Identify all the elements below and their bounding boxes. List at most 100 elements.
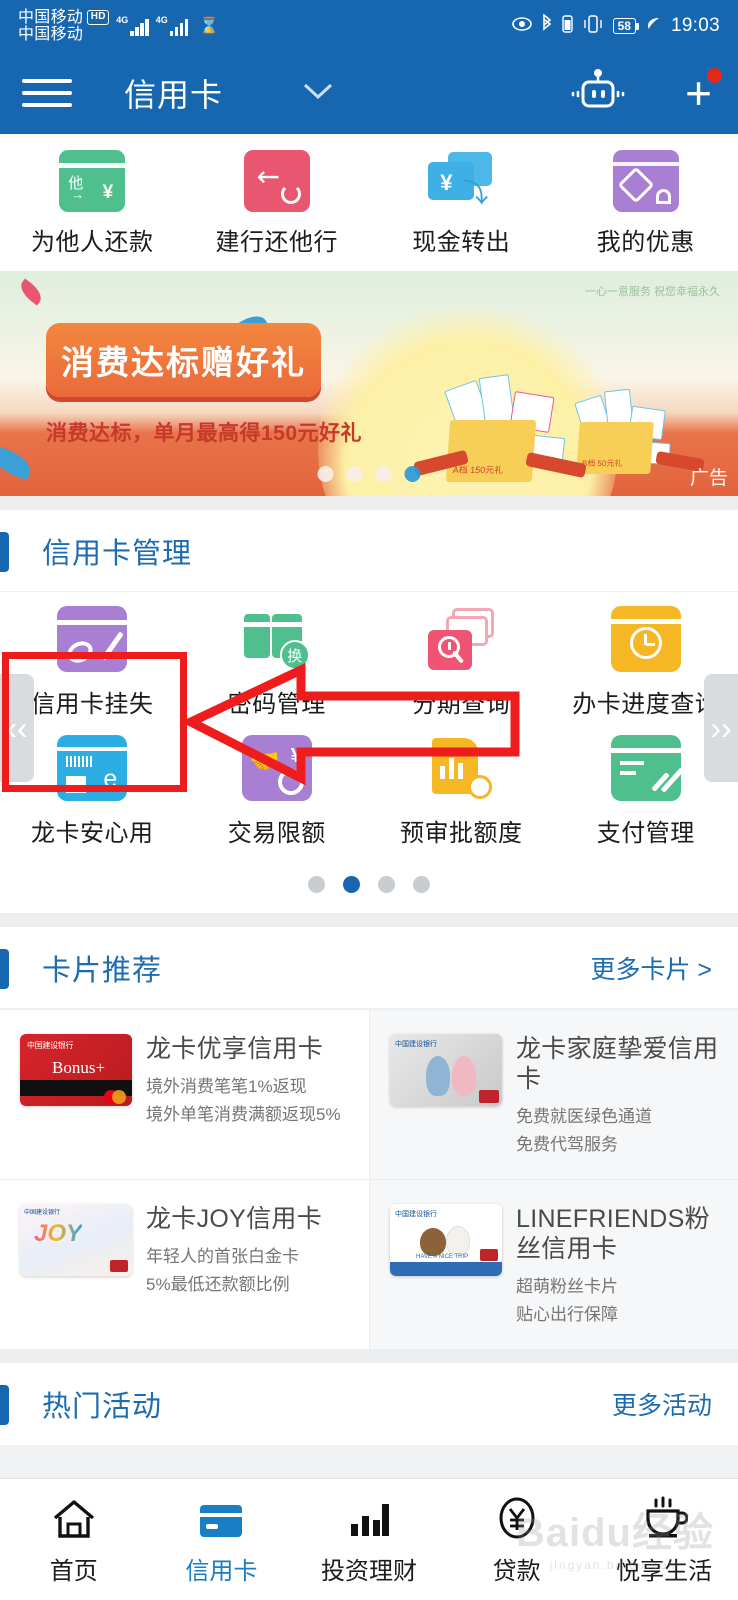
bottom-nav-item-home[interactable]: 首页 — [0, 1494, 148, 1586]
grid-item-label: 密码管理 — [227, 691, 326, 718]
grid-item-label: 支付管理 — [596, 820, 695, 847]
grid-item-installment-query[interactable]: 分期查询 — [369, 606, 554, 735]
promo-banner[interactable]: 一心一意服务 祝您幸福永久 消费达标赠好礼 消费达标，单月最高得150元好礼 广… — [0, 271, 738, 496]
status-bar-left: 中国移动 HD 中国移动 4G 4G ⌛ — [18, 9, 219, 44]
card-info: 龙卡优享信用卡 境外消费笔笔1%返现 境外单笔消费满额返现5% — [146, 1034, 353, 1157]
card-management-header: 信用卡管理 — [0, 510, 738, 592]
card-management-grid: 信用卡挂失 换 密码管理 分期查询 办卡进度查询 e 龙卡安心用 🤝 ¥ 交易限… — [0, 592, 738, 864]
list-item[interactable]: 中国建设银行 Bonus+ 5110 4388 8888 8888 龙卡优享信用… — [0, 1009, 369, 1179]
status-bar: 中国移动 HD 中国移动 4G 4G ⌛ 58 19:03 — [0, 0, 738, 52]
grid-item-transaction-limit[interactable]: 🤝 ¥ 交易限额 — [185, 735, 370, 864]
bottom-nav-item-loan[interactable]: 贷款 — [443, 1494, 591, 1586]
unionpay-icon — [480, 1249, 498, 1261]
bluetooth-icon — [541, 12, 553, 39]
thumb-caption: HAVE A NICE TRIP — [416, 1254, 469, 1260]
bar-chart-icon — [346, 1494, 392, 1540]
gift-box-b — [576, 422, 654, 474]
banner-headline-pill: 消费达标赠好礼 — [46, 323, 321, 397]
more-activity-link[interactable]: 更多活动 — [612, 1386, 712, 1422]
preapproved-limit-icon — [426, 735, 496, 801]
quick-action-my-offers[interactable]: 我的优惠 — [554, 150, 738, 257]
bank-logo-text: 中国建设银行 — [27, 1041, 74, 1050]
quick-action-repay-for-others[interactable]: 他 → ¥ 为他人还款 — [0, 150, 185, 257]
section-gap-3 — [0, 1349, 738, 1363]
network-type-1: 4G — [116, 15, 129, 25]
credit-card-icon — [198, 1494, 244, 1540]
signal-icon-sim1: 4G — [116, 15, 149, 36]
card-desc-1: 免费就医绿色通道 — [516, 1107, 652, 1126]
hd-badge: HD — [87, 9, 110, 25]
gift-illustration — [408, 328, 708, 488]
quick-action-label: 我的优惠 — [596, 229, 695, 256]
card-recommend-grid: 中国建设银行 Bonus+ 5110 4388 8888 8888 龙卡优享信用… — [0, 1009, 738, 1349]
handshake-glyph: 🤝 — [249, 748, 280, 775]
confetti-decoration — [16, 278, 46, 306]
card-desc-2: 5%最低还款额比例 — [146, 1274, 290, 1294]
plus-icon[interactable]: + — [685, 68, 722, 116]
chevron-down-icon[interactable] — [301, 78, 335, 109]
section-gap — [0, 496, 738, 510]
chevron-right-icon[interactable]: ›› — [704, 674, 738, 782]
section-title: 信用卡管理 — [42, 537, 193, 570]
bottom-nav-item-investment[interactable]: 投资理财 — [295, 1494, 443, 1586]
card-management-grid-wrap: 信用卡挂失 换 密码管理 分期查询 办卡进度查询 e 龙卡安心用 🤝 ¥ 交易限… — [0, 592, 738, 864]
card-name: LINEFRIENDS粉丝信用卡 — [516, 1205, 710, 1263]
banner-pagination-dots[interactable] — [317, 466, 421, 482]
leaf-icon — [645, 15, 662, 37]
bottom-nav-label: 贷款 — [492, 1557, 541, 1585]
bottom-nav-item-life[interactable]: 悦享生活 — [590, 1494, 738, 1586]
ad-label: 广告 — [689, 468, 728, 489]
installment-query-icon — [426, 606, 496, 672]
list-item[interactable]: 中国建设银行 HAVE A NICE TRIP LINEFRIENDS粉丝信用卡… — [369, 1179, 738, 1349]
longcard-safe-use-icon: e — [57, 735, 128, 801]
quick-action-cash-transfer-out[interactable]: ¥ ⤵ 现金转出 — [369, 150, 554, 257]
grid-item-label: 信用卡挂失 — [31, 691, 154, 718]
longcard-youxiang-thumb: 中国建设银行 Bonus+ 5110 4388 8888 8888 — [20, 1034, 132, 1106]
password-management-icon: 换 — [242, 606, 312, 672]
grid-item-preapproved-limit[interactable]: 预审批额度 — [369, 735, 554, 864]
notification-dot — [707, 68, 722, 83]
repay-for-others-icon: 他 → ¥ — [59, 150, 126, 212]
coffee-cup-icon — [640, 1494, 689, 1540]
card-desc-2: 境外单笔消费满额返现5% — [146, 1104, 341, 1124]
longcard-family-thumb: 中国建设银行 — [390, 1034, 502, 1106]
grid-item-password-management[interactable]: 换 密码管理 — [185, 606, 370, 735]
robot-icon[interactable] — [567, 68, 629, 119]
icon-glyph-huan: 换 — [279, 640, 310, 670]
icon-glyph-yuan: ¥ — [102, 182, 114, 203]
battery-small-icon — [561, 14, 573, 38]
network-type-2: 4G — [155, 15, 168, 25]
signal-icon-sim2: 4G — [155, 15, 189, 36]
card-management-panel: 信用卡管理 信用卡挂失 换 密码管理 分期查询 办卡进度查询 e 龙卡安心用 🤝… — [0, 510, 738, 913]
card-management-pagination-dots[interactable] — [0, 864, 738, 913]
more-cards-link[interactable]: 更多卡片 > — [590, 950, 712, 986]
carrier-1: 中国移动 — [18, 8, 84, 26]
phone-screen: 中国移动 HD 中国移动 4G 4G ⌛ 58 19:03 信用卡 + 他 → … — [0, 0, 738, 1600]
card-info: LINEFRIENDS粉丝信用卡 超萌粉丝卡片 贴心出行保障 — [516, 1204, 722, 1327]
hamburger-icon[interactable] — [22, 79, 72, 107]
card-recommend-header: 卡片推荐 更多卡片 > — [0, 927, 738, 1009]
chevron-left-icon[interactable]: ‹‹ — [0, 674, 34, 782]
bank-logo-text: 中国建设银行 — [395, 1041, 437, 1048]
grid-item-label: 分期查询 — [412, 691, 511, 718]
home-icon — [51, 1494, 97, 1540]
hourglass-icon: ⌛ — [199, 18, 220, 35]
hot-activity-header: 热门活动 更多活动 — [0, 1363, 738, 1445]
section-title: 热门活动 — [42, 1391, 163, 1423]
quick-action-pay-other-bank[interactable]: ↖ 建行还他行 — [185, 150, 370, 257]
quick-action-label: 为他人还款 — [31, 229, 154, 256]
application-progress-icon — [610, 606, 681, 672]
quick-action-label: 建行还他行 — [215, 229, 338, 256]
bottom-nav-item-credit-card[interactable]: 信用卡 — [148, 1494, 296, 1586]
vibrate-icon — [582, 14, 604, 39]
list-item[interactable]: 中国建设银行 JOY 龙卡JOY信用卡 年轻人的首张白金卡 5%最低还款额比例 — [0, 1179, 369, 1349]
circle-glyph — [280, 184, 301, 204]
card-info: 龙卡JOY信用卡 年轻人的首张白金卡 5%最低还款额比例 — [146, 1204, 353, 1327]
bottom-nav-label: 投资理财 — [320, 1557, 417, 1585]
leaf-decoration-left — [0, 445, 35, 481]
card-desc-2: 免费代驾服务 — [516, 1134, 618, 1154]
arrow-glyph: ⤵ — [462, 178, 489, 208]
list-item[interactable]: 中国建设银行 龙卡家庭挚爱信用卡 免费就医绿色通道 免费代驾服务 — [369, 1009, 738, 1179]
bottom-nav-label: 首页 — [49, 1557, 98, 1585]
bottom-nav-label: 信用卡 — [185, 1557, 258, 1585]
